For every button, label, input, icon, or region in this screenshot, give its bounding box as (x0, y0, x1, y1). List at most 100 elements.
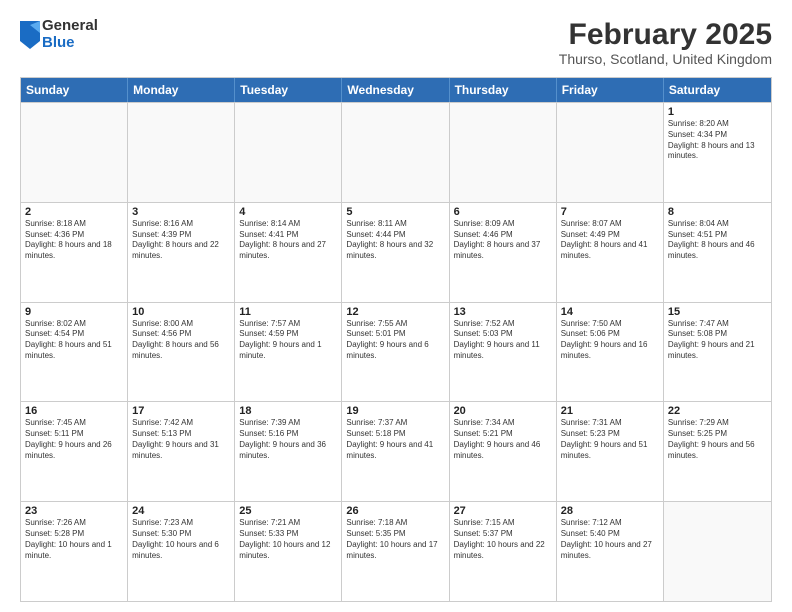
cell-info: Sunrise: 7:45 AM Sunset: 5:11 PM Dayligh… (25, 418, 123, 461)
cal-cell (128, 103, 235, 202)
cal-cell: 24Sunrise: 7:23 AM Sunset: 5:30 PM Dayli… (128, 502, 235, 601)
day-number: 20 (454, 405, 552, 417)
calendar-title: February 2025 (559, 18, 772, 51)
cell-info: Sunrise: 8:00 AM Sunset: 4:56 PM Dayligh… (132, 319, 230, 362)
cal-cell: 4Sunrise: 8:14 AM Sunset: 4:41 PM Daylig… (235, 203, 342, 302)
day-number: 27 (454, 505, 552, 517)
cell-info: Sunrise: 7:55 AM Sunset: 5:01 PM Dayligh… (346, 319, 444, 362)
day-number: 23 (25, 505, 123, 517)
cal-cell: 22Sunrise: 7:29 AM Sunset: 5:25 PM Dayli… (664, 402, 771, 501)
cal-header-thursday: Thursday (450, 78, 557, 102)
cal-cell: 7Sunrise: 8:07 AM Sunset: 4:49 PM Daylig… (557, 203, 664, 302)
day-number: 13 (454, 306, 552, 318)
cal-cell: 20Sunrise: 7:34 AM Sunset: 5:21 PM Dayli… (450, 402, 557, 501)
day-number: 5 (346, 206, 444, 218)
day-number: 8 (668, 206, 767, 218)
cell-info: Sunrise: 8:16 AM Sunset: 4:39 PM Dayligh… (132, 219, 230, 262)
cal-cell: 12Sunrise: 7:55 AM Sunset: 5:01 PM Dayli… (342, 303, 449, 402)
cell-info: Sunrise: 8:07 AM Sunset: 4:49 PM Dayligh… (561, 219, 659, 262)
cell-info: Sunrise: 7:47 AM Sunset: 5:08 PM Dayligh… (668, 319, 767, 362)
title-area: February 2025 Thurso, Scotland, United K… (559, 18, 772, 67)
header-area: General Blue February 2025 Thurso, Scotl… (20, 18, 772, 67)
cal-header-friday: Friday (557, 78, 664, 102)
day-number: 9 (25, 306, 123, 318)
calendar-subtitle: Thurso, Scotland, United Kingdom (559, 51, 772, 67)
day-number: 19 (346, 405, 444, 417)
logo-blue-label: Blue (42, 35, 98, 52)
day-number: 25 (239, 505, 337, 517)
day-number: 21 (561, 405, 659, 417)
cal-cell: 19Sunrise: 7:37 AM Sunset: 5:18 PM Dayli… (342, 402, 449, 501)
cal-cell: 9Sunrise: 8:02 AM Sunset: 4:54 PM Daylig… (21, 303, 128, 402)
cal-cell: 2Sunrise: 8:18 AM Sunset: 4:36 PM Daylig… (21, 203, 128, 302)
cal-cell: 26Sunrise: 7:18 AM Sunset: 5:35 PM Dayli… (342, 502, 449, 601)
cell-info: Sunrise: 7:39 AM Sunset: 5:16 PM Dayligh… (239, 418, 337, 461)
cal-cell (235, 103, 342, 202)
cal-cell: 16Sunrise: 7:45 AM Sunset: 5:11 PM Dayli… (21, 402, 128, 501)
cal-week-5: 23Sunrise: 7:26 AM Sunset: 5:28 PM Dayli… (21, 501, 771, 601)
cal-cell: 1Sunrise: 8:20 AM Sunset: 4:34 PM Daylig… (664, 103, 771, 202)
day-number: 11 (239, 306, 337, 318)
day-number: 28 (561, 505, 659, 517)
cal-cell (664, 502, 771, 601)
day-number: 15 (668, 306, 767, 318)
cal-header-tuesday: Tuesday (235, 78, 342, 102)
cell-info: Sunrise: 7:50 AM Sunset: 5:06 PM Dayligh… (561, 319, 659, 362)
cal-cell: 10Sunrise: 8:00 AM Sunset: 4:56 PM Dayli… (128, 303, 235, 402)
day-number: 3 (132, 206, 230, 218)
cal-week-4: 16Sunrise: 7:45 AM Sunset: 5:11 PM Dayli… (21, 401, 771, 501)
cell-info: Sunrise: 7:31 AM Sunset: 5:23 PM Dayligh… (561, 418, 659, 461)
cal-header-sunday: Sunday (21, 78, 128, 102)
cal-cell: 13Sunrise: 7:52 AM Sunset: 5:03 PM Dayli… (450, 303, 557, 402)
day-number: 14 (561, 306, 659, 318)
day-number: 18 (239, 405, 337, 417)
calendar-body: 1Sunrise: 8:20 AM Sunset: 4:34 PM Daylig… (21, 102, 771, 601)
cell-info: Sunrise: 7:21 AM Sunset: 5:33 PM Dayligh… (239, 518, 337, 561)
cell-info: Sunrise: 7:29 AM Sunset: 5:25 PM Dayligh… (668, 418, 767, 461)
cal-cell: 14Sunrise: 7:50 AM Sunset: 5:06 PM Dayli… (557, 303, 664, 402)
cal-cell: 18Sunrise: 7:39 AM Sunset: 5:16 PM Dayli… (235, 402, 342, 501)
cal-cell: 27Sunrise: 7:15 AM Sunset: 5:37 PM Dayli… (450, 502, 557, 601)
cal-week-1: 1Sunrise: 8:20 AM Sunset: 4:34 PM Daylig… (21, 102, 771, 202)
cell-info: Sunrise: 7:26 AM Sunset: 5:28 PM Dayligh… (25, 518, 123, 561)
cell-info: Sunrise: 7:18 AM Sunset: 5:35 PM Dayligh… (346, 518, 444, 561)
cal-cell (450, 103, 557, 202)
day-number: 2 (25, 206, 123, 218)
day-number: 10 (132, 306, 230, 318)
day-number: 22 (668, 405, 767, 417)
cell-info: Sunrise: 8:09 AM Sunset: 4:46 PM Dayligh… (454, 219, 552, 262)
logo-general-label: General (42, 18, 98, 35)
cell-info: Sunrise: 8:04 AM Sunset: 4:51 PM Dayligh… (668, 219, 767, 262)
day-number: 12 (346, 306, 444, 318)
cal-cell: 8Sunrise: 8:04 AM Sunset: 4:51 PM Daylig… (664, 203, 771, 302)
cell-info: Sunrise: 8:11 AM Sunset: 4:44 PM Dayligh… (346, 219, 444, 262)
day-number: 7 (561, 206, 659, 218)
cell-info: Sunrise: 7:23 AM Sunset: 5:30 PM Dayligh… (132, 518, 230, 561)
cal-week-3: 9Sunrise: 8:02 AM Sunset: 4:54 PM Daylig… (21, 302, 771, 402)
cell-info: Sunrise: 7:15 AM Sunset: 5:37 PM Dayligh… (454, 518, 552, 561)
calendar: SundayMondayTuesdayWednesdayThursdayFrid… (20, 77, 772, 602)
cell-info: Sunrise: 8:14 AM Sunset: 4:41 PM Dayligh… (239, 219, 337, 262)
day-number: 4 (239, 206, 337, 218)
cal-header-wednesday: Wednesday (342, 78, 449, 102)
cal-cell: 25Sunrise: 7:21 AM Sunset: 5:33 PM Dayli… (235, 502, 342, 601)
day-number: 24 (132, 505, 230, 517)
cal-header-saturday: Saturday (664, 78, 771, 102)
cal-cell: 28Sunrise: 7:12 AM Sunset: 5:40 PM Dayli… (557, 502, 664, 601)
cal-cell: 6Sunrise: 8:09 AM Sunset: 4:46 PM Daylig… (450, 203, 557, 302)
cal-cell (557, 103, 664, 202)
logo-icon (20, 21, 40, 49)
cell-info: Sunrise: 8:20 AM Sunset: 4:34 PM Dayligh… (668, 119, 767, 162)
cal-week-2: 2Sunrise: 8:18 AM Sunset: 4:36 PM Daylig… (21, 202, 771, 302)
cal-cell (21, 103, 128, 202)
cell-info: Sunrise: 7:57 AM Sunset: 4:59 PM Dayligh… (239, 319, 337, 362)
cal-header-monday: Monday (128, 78, 235, 102)
cal-cell: 3Sunrise: 8:16 AM Sunset: 4:39 PM Daylig… (128, 203, 235, 302)
calendar-header-row: SundayMondayTuesdayWednesdayThursdayFrid… (21, 78, 771, 102)
day-number: 1 (668, 106, 767, 118)
cal-cell: 5Sunrise: 8:11 AM Sunset: 4:44 PM Daylig… (342, 203, 449, 302)
day-number: 26 (346, 505, 444, 517)
cal-cell: 11Sunrise: 7:57 AM Sunset: 4:59 PM Dayli… (235, 303, 342, 402)
cal-cell: 15Sunrise: 7:47 AM Sunset: 5:08 PM Dayli… (664, 303, 771, 402)
cell-info: Sunrise: 8:18 AM Sunset: 4:36 PM Dayligh… (25, 219, 123, 262)
